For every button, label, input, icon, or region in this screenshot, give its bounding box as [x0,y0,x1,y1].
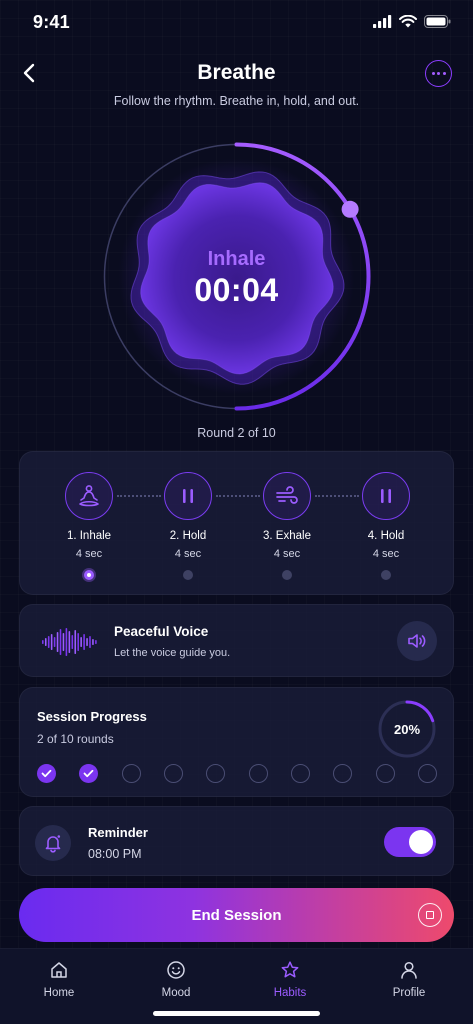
reminder-toggle[interactable] [384,827,436,857]
tab-habits[interactable]: Habits [240,959,340,999]
round-dot [290,764,310,783]
voice-guide-card[interactable]: Peaceful Voice Let the voice guide you. [19,604,454,677]
reminder-time: 08:00 PM [88,847,142,861]
tab-label: Profile [392,987,426,999]
bell-icon [45,835,61,853]
meditation-icon [79,485,99,507]
ring-progress-knob [341,200,359,218]
tab-label: Home [43,987,75,999]
status-time: 9:41 [33,12,70,32]
round-dot-complete [79,764,99,783]
voice-subtitle: Let the voice guide you. [114,647,231,659]
more-options-button[interactable] [425,60,452,87]
smile-icon [167,961,185,979]
speaker-icon [408,634,426,648]
star-icon [281,961,299,978]
round-dot [248,764,268,783]
status-icons [373,15,451,28]
step-duration: 4 sec [372,548,400,560]
step-duration: 4 sec [273,548,301,560]
check-icon [83,769,94,778]
round-dots [37,764,437,783]
step-indicator-active [84,570,94,580]
home-icon [51,962,67,978]
check-icon [41,769,52,778]
round-dot-complete [37,764,56,783]
breath-timer: 00:04 [194,272,279,308]
progress-title: Session Progress [37,709,147,724]
user-icon [401,961,417,979]
step-name: 4. Hold [367,530,405,542]
page-title: Breathe [197,61,276,84]
waveform-icon [42,628,97,656]
voice-toggle-button[interactable] [397,621,437,661]
round-dot [417,764,437,783]
pause-icon [183,489,193,503]
round-dot [375,764,395,783]
round-dot [163,764,183,783]
step-indicator [183,570,193,580]
step-name: 1. Inhale [66,530,112,542]
round-dot [206,764,226,783]
battery-icon [424,15,451,28]
tab-label: Mood [161,987,191,999]
step-name: 3. Exhale [263,530,311,542]
step-hold-2[interactable]: 4. Hold 4 sec [341,472,431,580]
voice-title: Peaceful Voice [114,624,209,639]
step-indicator [381,570,391,580]
wind-icon [276,486,298,504]
step-duration: 4 sec [75,548,103,560]
round-dot [121,764,141,783]
step-exhale[interactable]: 3. Exhale 4 sec [242,472,332,580]
reminder-title: Reminder [88,825,148,840]
more-dots-icon [431,72,435,75]
progress-subtitle: 2 of 10 rounds [37,732,114,746]
page-subtitle: Follow the rhythm. Breathe in, hold, and… [113,94,360,108]
step-inhale[interactable]: 1. Inhale 4 sec [44,472,134,580]
tab-label: Habits [273,987,307,999]
step-indicator [282,570,292,580]
tab-mood[interactable]: Mood [126,959,226,999]
round-counter: Round 2 of 10 [197,426,276,440]
home-indicator [153,1011,320,1016]
step-name: 2. Hold [169,530,207,542]
session-progress-card: Session Progress 2 of 10 rounds 20% [19,687,454,797]
step-duration: 4 sec [174,548,202,560]
breath-phase: Inhale [207,248,266,270]
end-session-label: End Session [191,906,282,924]
step-hold-1[interactable]: 2. Hold 4 sec [143,472,233,580]
signal-icon [373,15,392,28]
round-dot [333,764,353,783]
reminder-card: Reminder 08:00 PM [19,806,454,876]
pause-icon [381,489,391,503]
stop-icon [418,903,442,927]
end-session-button[interactable]: End Session [19,888,454,942]
tab-home[interactable]: Home [9,959,109,999]
toggle-knob [409,830,433,854]
tab-profile[interactable]: Profile [359,959,459,999]
breathing-steps-card: 1. Inhale 4 sec 2. Hold 4 sec 3. Exhale … [19,451,454,595]
progress-percent: 20% [393,721,421,737]
wifi-icon [399,15,417,28]
